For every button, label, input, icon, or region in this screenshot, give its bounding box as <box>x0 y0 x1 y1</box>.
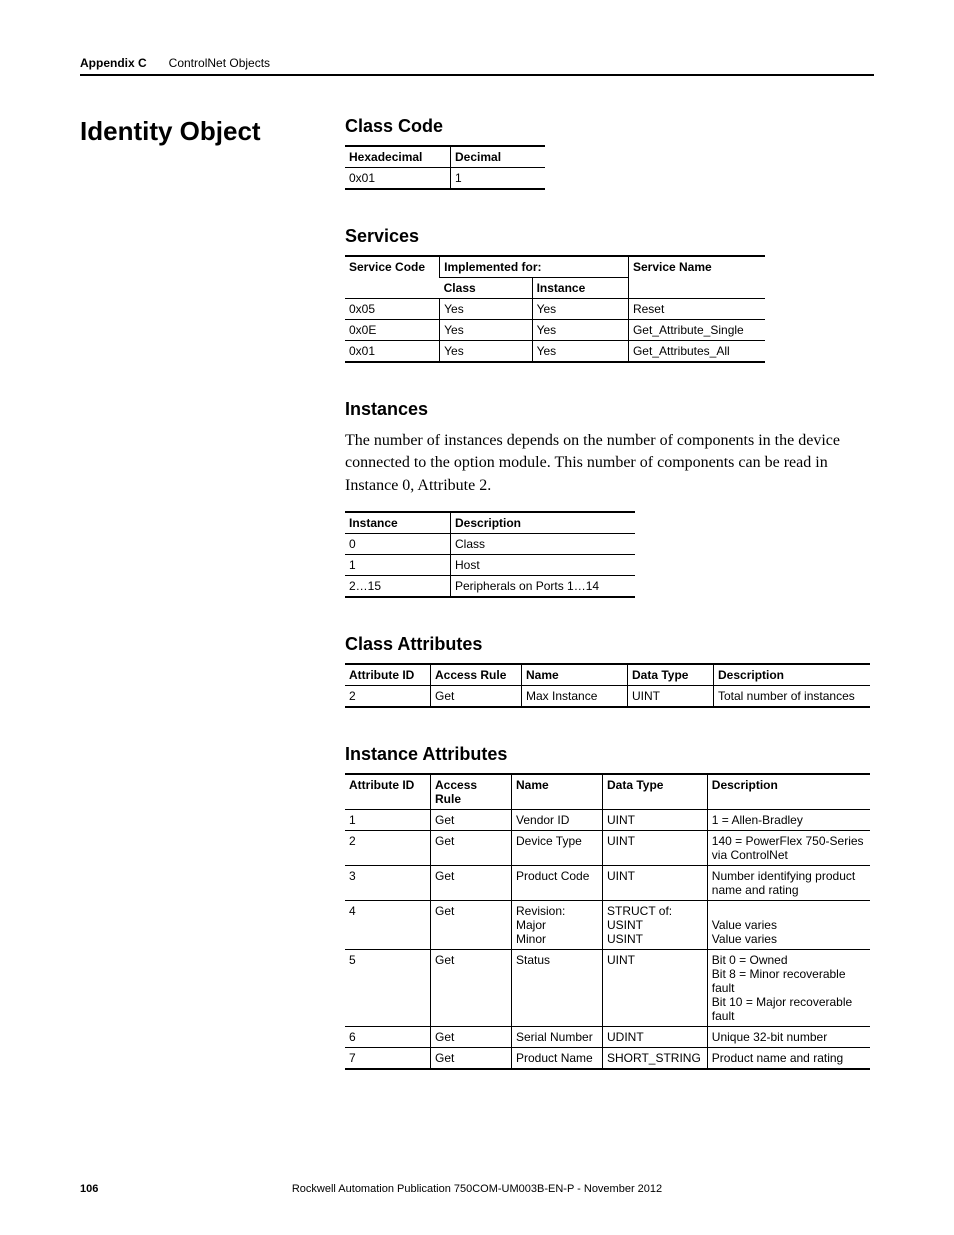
td: Product name and rating <box>707 1048 870 1070</box>
td: 1 <box>345 555 451 576</box>
th: Access Rule <box>431 774 512 810</box>
inst-attr-heading: Instance Attributes <box>345 744 874 765</box>
td: 140 = PowerFlex 750-Series via ControlNe… <box>707 831 870 866</box>
th: Access Rule <box>431 664 522 686</box>
td: Host <box>451 555 636 576</box>
td: 6 <box>345 1027 431 1048</box>
inst-attr-table: Attribute ID Access Rule Name Data Type … <box>345 773 870 1070</box>
td: SHORT_STRING <box>603 1048 708 1070</box>
td: 0x01 <box>345 168 451 190</box>
th-desc: Description <box>451 512 636 534</box>
page-header: Appendix C ControlNet Objects <box>80 54 874 76</box>
td: Get_Attributes_All <box>628 341 765 363</box>
td: Serial Number <box>512 1027 603 1048</box>
td: Get <box>431 866 512 901</box>
td: Get <box>431 950 512 1027</box>
td: Get <box>431 686 522 708</box>
page-number: 106 <box>80 1183 98 1195</box>
td: Get_Attribute_Single <box>628 320 765 341</box>
instances-table: Instance Description 0 Class 1 Host 2…15… <box>345 511 635 598</box>
th-impl: Implemented for: <box>440 256 629 278</box>
td: Yes <box>532 320 628 341</box>
td: Yes <box>440 341 532 363</box>
td: Yes <box>440 299 532 320</box>
th: Attribute ID <box>345 664 431 686</box>
td: Bit 0 = Owned Bit 8 = Minor recoverable … <box>707 950 870 1027</box>
td: Class <box>451 534 636 555</box>
td: 5 <box>345 950 431 1027</box>
th-dec: Decimal <box>451 146 546 168</box>
th: Attribute ID <box>345 774 431 810</box>
class-attr-heading: Class Attributes <box>345 634 874 655</box>
appendix-title: ControlNet Objects <box>169 56 270 70</box>
td: UINT <box>603 866 708 901</box>
td: Number identifying product name and rati… <box>707 866 870 901</box>
th-service-code: Service Code <box>345 256 440 299</box>
services-table: Service Code Implemented for: Service Na… <box>345 255 765 363</box>
td: 0 <box>345 534 451 555</box>
th-instance: Instance <box>345 512 451 534</box>
td: UINT <box>603 810 708 831</box>
th-service-name: Service Name <box>628 256 765 299</box>
td: Status <box>512 950 603 1027</box>
td: 3 <box>345 866 431 901</box>
td: 1 = Allen-Bradley <box>707 810 870 831</box>
td: UINT <box>603 831 708 866</box>
th-class: Class <box>440 278 532 299</box>
td: Product Code <box>512 866 603 901</box>
instances-text: The number of instances depends on the n… <box>345 430 874 497</box>
th: Description <box>707 774 870 810</box>
services-heading: Services <box>345 226 874 247</box>
td: Get <box>431 901 512 950</box>
td: 1 <box>345 810 431 831</box>
class-code-table: Hexadecimal Decimal 0x01 1 <box>345 145 545 190</box>
td: Revision: Major Minor <box>512 901 603 950</box>
th-hex: Hexadecimal <box>345 146 451 168</box>
td: UDINT <box>603 1027 708 1048</box>
th: Data Type <box>628 664 714 686</box>
td: Reset <box>628 299 765 320</box>
td: Total number of instances <box>714 686 871 708</box>
td: Yes <box>532 341 628 363</box>
td: 4 <box>345 901 431 950</box>
th: Description <box>714 664 871 686</box>
td: 7 <box>345 1048 431 1070</box>
td: UINT <box>603 950 708 1027</box>
td: Unique 32-bit number <box>707 1027 870 1048</box>
td: Yes <box>532 299 628 320</box>
td: Value varies Value varies <box>707 901 870 950</box>
td: 2 <box>345 831 431 866</box>
td: Get <box>431 831 512 866</box>
td: UINT <box>628 686 714 708</box>
page-footer: 106 Rockwell Automation Publication 750C… <box>80 1183 874 1195</box>
td: STRUCT of: USINT USINT <box>603 901 708 950</box>
td: Yes <box>440 320 532 341</box>
td: 0x0E <box>345 320 440 341</box>
th: Name <box>522 664 628 686</box>
class-code-heading: Class Code <box>345 116 874 137</box>
td: 2 <box>345 686 431 708</box>
td: Device Type <box>512 831 603 866</box>
td: 0x05 <box>345 299 440 320</box>
td: Max Instance <box>522 686 628 708</box>
th: Name <box>512 774 603 810</box>
td: Product Name <box>512 1048 603 1070</box>
th-instance: Instance <box>532 278 628 299</box>
publication-info: Rockwell Automation Publication 750COM-U… <box>80 1183 874 1195</box>
th: Data Type <box>603 774 708 810</box>
td: Vendor ID <box>512 810 603 831</box>
td: 1 <box>451 168 546 190</box>
td: Peripherals on Ports 1…14 <box>451 576 636 598</box>
td: 2…15 <box>345 576 451 598</box>
td: Get <box>431 1027 512 1048</box>
instances-heading: Instances <box>345 399 874 420</box>
td: 0x01 <box>345 341 440 363</box>
class-attr-table: Attribute ID Access Rule Name Data Type … <box>345 663 870 708</box>
section-title: Identity Object <box>80 116 345 147</box>
td: Get <box>431 810 512 831</box>
appendix-label: Appendix C <box>80 56 147 70</box>
td: Get <box>431 1048 512 1070</box>
